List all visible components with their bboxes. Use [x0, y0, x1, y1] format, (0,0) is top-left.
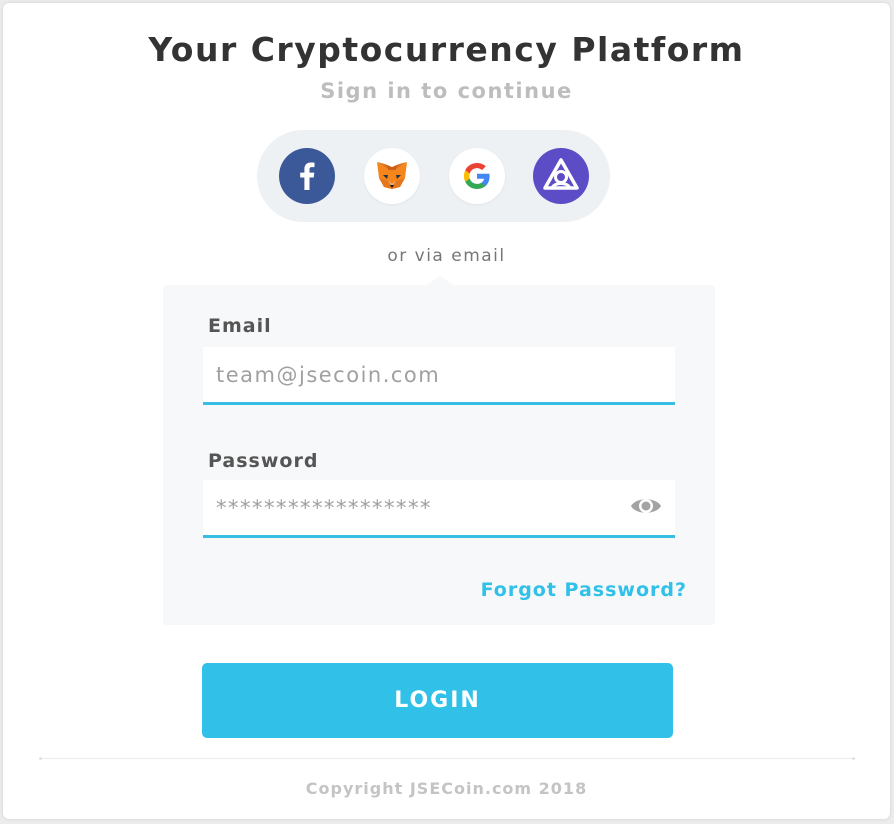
page-subtitle: Sign in to continue — [320, 79, 573, 103]
or-via-email-text: or via email — [387, 246, 506, 266]
password-field[interactable] — [203, 480, 616, 535]
password-label: Password — [208, 450, 319, 472]
uport-icon — [543, 158, 579, 190]
page-title: Your Cryptocurrency Platform — [148, 30, 745, 69]
google-g-icon — [463, 163, 490, 189]
password-field-wrapper — [203, 480, 675, 538]
email-field[interactable] — [203, 347, 616, 402]
login-button[interactable]: LOGIN — [202, 663, 673, 738]
email-field-wrapper — [203, 347, 675, 405]
metamask-login-button[interactable] — [364, 148, 420, 204]
uport-login-button[interactable] — [533, 148, 589, 204]
metamask-fox-icon — [377, 162, 407, 189]
email-login-panel: Email Password Forgot Password? — [163, 276, 715, 625]
facebook-icon — [300, 162, 315, 190]
facebook-login-button[interactable] — [279, 148, 335, 204]
copyright-text: Copyright JSECoin.com 2018 — [305, 779, 588, 798]
email-label: Email — [208, 315, 272, 337]
google-login-button[interactable] — [449, 148, 505, 204]
eye-icon[interactable] — [629, 494, 663, 522]
panel-pointer — [425, 276, 455, 286]
social-login-group — [257, 130, 610, 222]
footer-divider — [39, 757, 855, 760]
forgot-password-link[interactable]: Forgot Password? — [481, 579, 687, 601]
login-card: Your Cryptocurrency Platform Sign in to … — [3, 3, 890, 819]
